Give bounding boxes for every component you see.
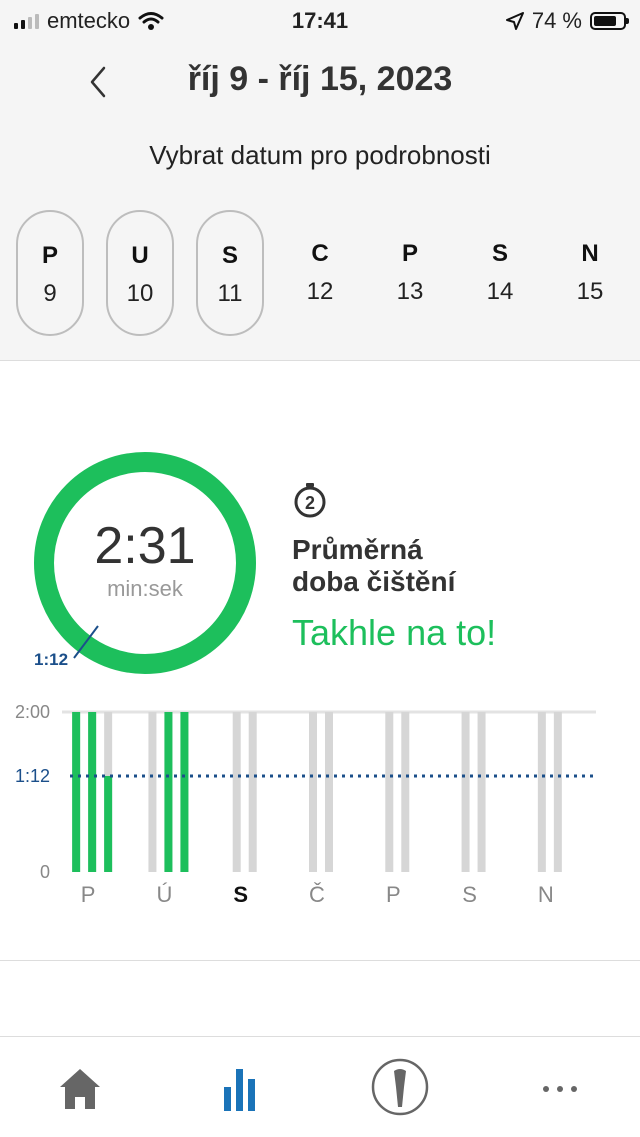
section-divider bbox=[0, 960, 640, 961]
session-bar bbox=[164, 712, 173, 872]
day-letter: U bbox=[131, 242, 149, 269]
bar-track bbox=[385, 712, 394, 872]
day-wed[interactable]: S 11 bbox=[196, 210, 264, 336]
day-letter: S bbox=[221, 242, 238, 269]
day-number: 11 bbox=[217, 280, 243, 307]
week-header: říj 9 - říj 15, 2023 Vybrat datum pro po… bbox=[0, 40, 640, 361]
session-bar bbox=[104, 776, 113, 872]
tab-bar bbox=[0, 1036, 640, 1137]
more-icon[interactable] bbox=[520, 1057, 600, 1117]
day-number: 12 bbox=[306, 278, 334, 305]
location-arrow-icon bbox=[505, 12, 524, 30]
target-time-label: 1:12 bbox=[34, 650, 69, 669]
x-tick-label: P bbox=[81, 882, 96, 907]
stopwatch-icon: 2 bbox=[294, 483, 326, 518]
day-number: 10 bbox=[126, 280, 154, 307]
day-letter: C bbox=[311, 240, 329, 267]
day-tue[interactable]: U 10 bbox=[106, 210, 174, 336]
home-icon[interactable] bbox=[40, 1057, 120, 1117]
x-tick-label: N bbox=[538, 882, 554, 907]
bar-track bbox=[401, 712, 410, 872]
average-label: Průměrná doba čištění bbox=[292, 534, 592, 598]
day-number: 9 bbox=[43, 280, 57, 307]
bar-track bbox=[553, 712, 562, 872]
day-mon[interactable]: P 9 bbox=[16, 210, 84, 336]
day-letter: P bbox=[401, 240, 418, 267]
y-tick-label: 0 bbox=[40, 862, 50, 882]
bar-track bbox=[148, 712, 157, 872]
y-tick-label: 2:00 bbox=[15, 702, 50, 722]
battery-percent: 74 % bbox=[531, 8, 582, 33]
time-unit: min:sek bbox=[107, 576, 183, 601]
session-bar bbox=[88, 712, 97, 872]
average-label-line2: doba čištění bbox=[292, 566, 456, 597]
bar-track bbox=[477, 712, 486, 872]
brushing-time-ring: 2:31 min:sek bbox=[30, 448, 260, 678]
daily-brushing-chart: 2:00 1:12 0 P Ú S Č P S N bbox=[15, 702, 596, 907]
y-tick-label: 1:12 bbox=[15, 766, 50, 786]
day-thu[interactable]: C 12 bbox=[286, 210, 354, 336]
timer-badge-number: 2 bbox=[305, 493, 315, 513]
bar-track bbox=[461, 712, 470, 872]
stats-icon[interactable] bbox=[200, 1057, 280, 1117]
bar-track bbox=[537, 712, 546, 872]
x-tick-label: S bbox=[462, 882, 477, 907]
week-title: říj 9 - říj 15, 2023 bbox=[187, 60, 453, 98]
day-letter: S bbox=[491, 240, 508, 267]
day-number: 14 bbox=[486, 278, 514, 305]
bar-track bbox=[232, 712, 241, 872]
x-tick-label: S bbox=[233, 882, 248, 907]
praise-message: Takhle na to! bbox=[292, 612, 497, 653]
day-selector: P 9 U 10 S 11 C 12 P 13 S 14 N 15 bbox=[16, 210, 626, 338]
date-picker-hint: Vybrat datum pro podrobnosti bbox=[149, 140, 491, 170]
average-label-line1: Průměrná bbox=[292, 534, 423, 565]
day-sun[interactable]: N 15 bbox=[556, 210, 624, 336]
toothbrush-icon[interactable] bbox=[360, 1057, 440, 1117]
day-letter: P bbox=[41, 242, 58, 269]
x-tick-label: Ú bbox=[156, 882, 172, 907]
day-number: 13 bbox=[396, 278, 424, 305]
day-number: 15 bbox=[576, 278, 604, 305]
day-fri[interactable]: P 13 bbox=[376, 210, 444, 336]
day-letter: N bbox=[581, 240, 599, 267]
bar-track bbox=[325, 712, 333, 872]
bar-track bbox=[248, 712, 257, 872]
battery-icon bbox=[590, 12, 629, 30]
x-tick-label: P bbox=[386, 882, 401, 907]
session-bar bbox=[72, 712, 81, 872]
x-tick-label: Č bbox=[309, 882, 325, 907]
bar-track bbox=[309, 712, 317, 872]
status-bar: emtecko 17:41 74 % bbox=[0, 0, 640, 40]
day-sat[interactable]: S 14 bbox=[466, 210, 534, 336]
session-bar bbox=[180, 712, 189, 872]
average-time: 2:31 bbox=[94, 517, 196, 575]
